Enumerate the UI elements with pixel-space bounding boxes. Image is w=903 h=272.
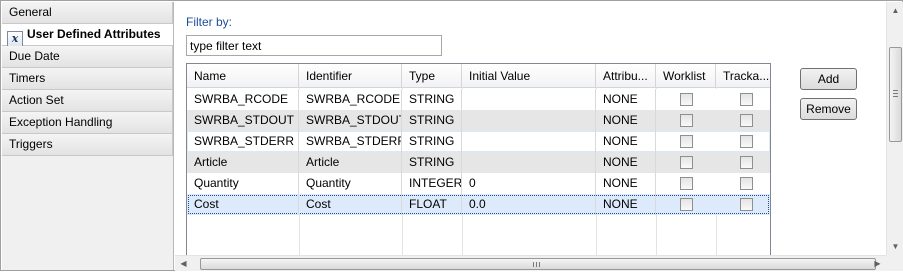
column-header-worklist[interactable]: Worklist: [656, 64, 716, 88]
filter-label: Filter by:: [186, 15, 233, 29]
cell-name: Article: [187, 152, 299, 173]
cell-initial-value: 0: [462, 173, 596, 194]
tab-due-date[interactable]: Due Date: [2, 46, 173, 68]
worklist-checkbox[interactable]: [680, 135, 693, 148]
tab-label: Triggers: [9, 137, 53, 151]
cell-type: STRING: [402, 110, 462, 131]
trackable-checkbox[interactable]: [740, 135, 753, 148]
table-row[interactable]: SWRBA_RCODE SWRBA_RCODE STRING NONE: [187, 89, 770, 110]
worklist-checkbox[interactable]: [680, 156, 693, 169]
scroll-down-arrow-icon[interactable]: ▼: [887, 238, 903, 255]
table-row[interactable]: Quantity Quantity INTEGER 0 NONE: [187, 173, 770, 194]
trackable-checkbox[interactable]: [740, 114, 753, 127]
table-row[interactable]: SWRBA_STDOUT SWRBA_STDOUT STRING NONE: [187, 110, 770, 131]
vertical-scroll-thumb[interactable]: [889, 47, 902, 142]
worklist-checkbox[interactable]: [680, 114, 693, 127]
cell-initial-value: [462, 131, 596, 152]
remove-button[interactable]: Remove: [800, 98, 857, 120]
section-tabs: General x User Defined Attributes Due Dat…: [2, 2, 174, 270]
column-header-type[interactable]: Type: [402, 64, 462, 88]
cell-initial-value: [462, 110, 596, 131]
cell-attribute: NONE: [596, 131, 656, 152]
column-header-initial-value[interactable]: Initial Value: [462, 64, 596, 88]
column-header-identifier[interactable]: Identifier: [299, 64, 402, 88]
trackable-checkbox[interactable]: [740, 93, 753, 106]
trackable-checkbox[interactable]: [740, 198, 753, 211]
tab-exception-handling[interactable]: Exception Handling: [2, 112, 173, 134]
tab-label: User Defined Attributes: [27, 27, 161, 41]
grip-line: [893, 90, 898, 91]
cell-initial-value: [462, 89, 596, 110]
grip-line: [893, 96, 898, 97]
tab-label: Exception Handling: [9, 115, 113, 129]
cell-attribute: NONE: [596, 89, 656, 110]
cell-attribute: NONE: [596, 110, 656, 131]
cell-identifier: Cost: [299, 194, 402, 215]
cell-attribute: NONE: [596, 194, 656, 215]
trackable-checkbox[interactable]: [740, 177, 753, 190]
tab-label: Action Set: [9, 93, 64, 107]
attributes-table: Name Identifier Type Initial Value Attri…: [186, 63, 771, 257]
cell-name: SWRBA_STDOUT: [187, 110, 299, 131]
column-header-name[interactable]: Name: [187, 64, 299, 88]
cell-initial-value: [462, 152, 596, 173]
cell-attribute: NONE: [596, 173, 656, 194]
column-header-trackable[interactable]: Tracka...: [716, 64, 770, 88]
cell-identifier: SWRBA_STDERR: [299, 131, 402, 152]
worklist-checkbox[interactable]: [680, 93, 693, 106]
table-row[interactable]: SWRBA_STDERR SWRBA_STDERR STRING NONE: [187, 131, 770, 152]
tab-user-defined-attributes[interactable]: x User Defined Attributes: [2, 24, 173, 47]
cell-name: SWRBA_RCODE: [187, 89, 299, 110]
cell-initial-value: 0.0: [462, 194, 596, 215]
cell-name: Quantity: [187, 173, 299, 194]
scroll-up-arrow-icon[interactable]: ▲: [887, 2, 903, 19]
table-row[interactable]: Article Article STRING NONE: [187, 152, 770, 173]
properties-panel: General x User Defined Attributes Due Dat…: [0, 0, 903, 271]
tab-timers[interactable]: Timers: [2, 68, 173, 90]
grip-line: [536, 262, 537, 267]
horizontal-scroll-thumb[interactable]: [200, 258, 876, 270]
grip-line: [533, 262, 534, 267]
attributes-section: Filter by: Name Identifier Type Initial …: [175, 2, 886, 257]
tab-label: Due Date: [9, 49, 60, 63]
tab-action-set[interactable]: Action Set: [2, 90, 173, 112]
cell-identifier: Article: [299, 152, 402, 173]
cell-identifier: SWRBA_STDOUT: [299, 110, 402, 131]
cell-name: SWRBA_STDERR: [187, 131, 299, 152]
tab-label: Timers: [9, 71, 46, 85]
horizontal-scrollbar[interactable]: ◀ ▶: [175, 255, 886, 271]
worklist-checkbox[interactable]: [680, 177, 693, 190]
table-row-selected[interactable]: Cost Cost FLOAT 0.0 NONE: [187, 194, 770, 215]
cell-type: STRING: [402, 152, 462, 173]
filter-input[interactable]: [186, 35, 442, 56]
cell-type: INTEGER: [402, 173, 462, 194]
cell-identifier: Quantity: [299, 173, 402, 194]
tab-label: General: [9, 5, 52, 19]
scroll-right-arrow-icon[interactable]: ▶: [869, 256, 886, 272]
grip-line: [893, 93, 898, 94]
grip-line: [539, 262, 540, 267]
trackable-checkbox[interactable]: [740, 156, 753, 169]
worklist-checkbox[interactable]: [680, 198, 693, 211]
add-button[interactable]: Add: [800, 68, 857, 90]
cell-name: Cost: [187, 194, 299, 215]
cell-type: FLOAT: [402, 194, 462, 215]
cell-attribute: NONE: [596, 152, 656, 173]
tab-triggers[interactable]: Triggers: [2, 134, 173, 156]
cell-type: STRING: [402, 89, 462, 110]
x-variable-icon: x: [7, 31, 23, 47]
scrollbar-corner: [886, 255, 903, 271]
vertical-scrollbar[interactable]: ▲ ▼: [886, 2, 903, 255]
cell-type: STRING: [402, 131, 462, 152]
column-header-attribute[interactable]: Attribu...: [596, 64, 656, 88]
scroll-left-arrow-icon[interactable]: ◀: [175, 256, 192, 272]
cell-identifier: SWRBA_RCODE: [299, 89, 402, 110]
tab-general[interactable]: General: [2, 2, 173, 24]
table-header: Name Identifier Type Initial Value Attri…: [187, 64, 770, 88]
